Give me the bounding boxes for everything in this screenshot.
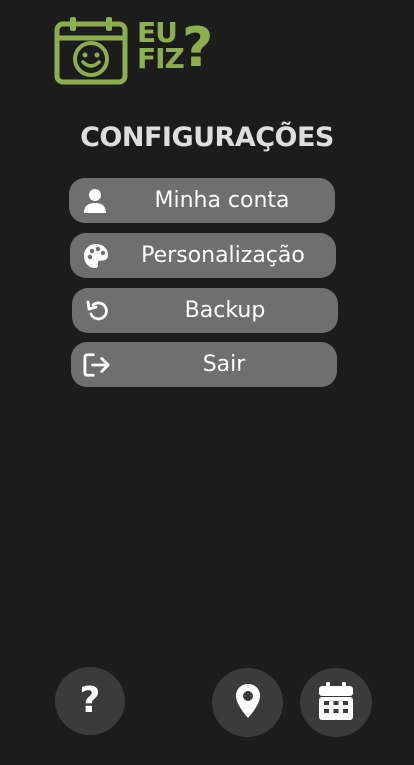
logout-icon (83, 351, 111, 379)
logo-wordmark: EU FIZ (137, 19, 185, 75)
palette-icon (82, 242, 110, 270)
app-logo: EU FIZ ? (54, 16, 214, 86)
personalization-label: Personalização (141, 243, 305, 268)
user-icon (81, 187, 109, 215)
help-icon: ? (79, 680, 101, 721)
location-button[interactable] (212, 668, 283, 737)
logo-question-mark: ? (182, 16, 214, 79)
logout-label: Sair (202, 352, 246, 377)
personalization-button[interactable]: Personalização (70, 233, 336, 278)
calendar-button[interactable] (300, 668, 372, 737)
help-button[interactable]: ? (55, 667, 125, 735)
location-pin-icon (235, 683, 261, 723)
logo-line-2: FIZ (137, 42, 185, 75)
my-account-label: Minha conta (154, 188, 290, 213)
page-title: CONFIGURAÇÕES (80, 122, 334, 153)
logout-button[interactable]: Sair (71, 342, 337, 387)
calendar-icon (318, 681, 354, 725)
backup-label: Backup (184, 298, 266, 323)
undo-icon (84, 297, 112, 325)
backup-button[interactable]: Backup (72, 288, 338, 333)
calendar-smile-icon (54, 17, 128, 85)
my-account-button[interactable]: Minha conta (69, 178, 335, 223)
